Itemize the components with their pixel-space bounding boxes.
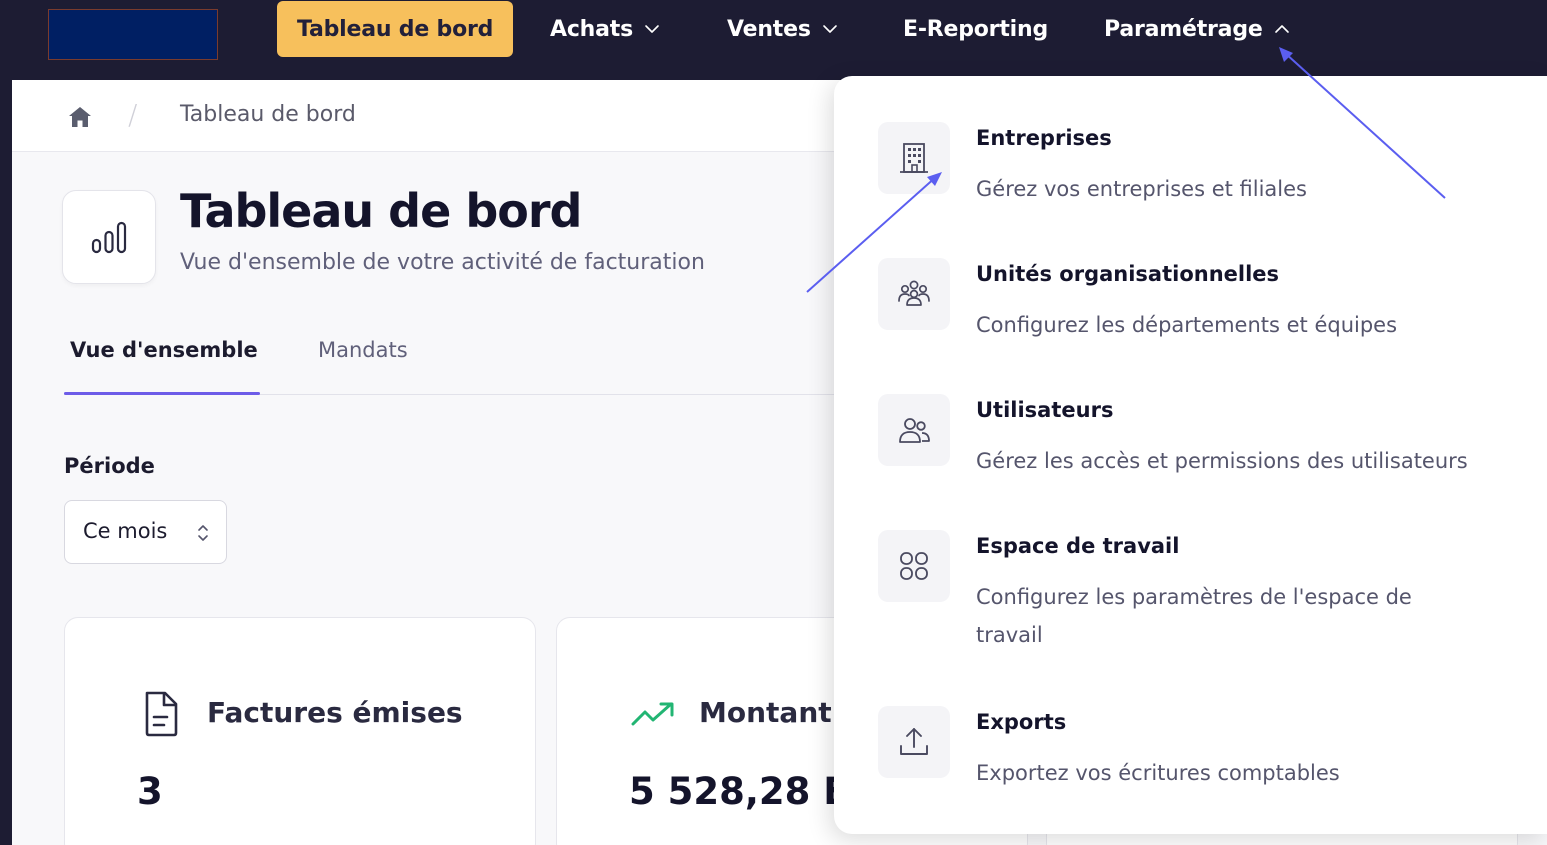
menu-item-icon-box bbox=[878, 122, 950, 194]
page-icon-box bbox=[62, 190, 156, 284]
periode-label: Période bbox=[64, 454, 155, 478]
nav-item-e-reporting[interactable]: E-Reporting bbox=[903, 0, 1048, 58]
nav-item-ventes[interactable]: Ventes bbox=[727, 0, 839, 58]
menu-item-description: Gérez vos entreprises et filiales bbox=[976, 177, 1307, 201]
stat-card-title: Factures émises bbox=[207, 696, 463, 729]
grid-icon bbox=[900, 552, 928, 580]
chevron-down-icon bbox=[643, 20, 661, 38]
chevron-down-icon bbox=[821, 20, 839, 38]
menu-item-description: Gérez les accès et permissions des utili… bbox=[976, 449, 1468, 473]
menu-item-title: Utilisateurs bbox=[976, 398, 1114, 422]
nav-item-label: Tableau de bord bbox=[297, 16, 494, 42]
stat-card-value: 3 bbox=[137, 770, 163, 813]
chevron-up-down-icon bbox=[198, 525, 208, 541]
nav-item-label: Paramétrage bbox=[1104, 16, 1263, 42]
menu-item-description: Configurez les paramètres de l'espace de… bbox=[976, 585, 1412, 647]
stat-card-title: Montant t bbox=[699, 696, 855, 729]
menu-item-icon-box bbox=[878, 258, 950, 330]
nav-item-tableau-de-bord[interactable]: Tableau de bord bbox=[277, 1, 514, 57]
menu-item-icon-box bbox=[878, 530, 950, 602]
document-icon bbox=[145, 691, 178, 737]
nav-item-parametrage[interactable]: Paramétrage bbox=[1104, 0, 1291, 58]
menu-item-icon-box bbox=[878, 394, 950, 466]
top-navigation: Tableau de bord Achats Ventes E-Reportin… bbox=[0, 0, 1547, 80]
tab-vue-d-ensemble[interactable]: Vue d'ensemble bbox=[70, 338, 258, 362]
menu-item-espace-de-travail[interactable]: Espace de travail Configurez les paramèt… bbox=[878, 530, 1518, 660]
users-icon bbox=[899, 418, 930, 443]
nav-item-label: Achats bbox=[550, 16, 633, 42]
menu-item-utilisateurs[interactable]: Utilisateurs Gérez les accès et permissi… bbox=[878, 394, 1518, 494]
stat-card-factures-emises: Factures émises 3 bbox=[64, 617, 536, 845]
logo[interactable] bbox=[48, 9, 218, 60]
periode-select[interactable]: Ce mois bbox=[64, 500, 227, 564]
menu-item-title: Entreprises bbox=[976, 126, 1112, 150]
page-subtitle: Vue d'ensemble de votre activité de fact… bbox=[180, 250, 705, 275]
upload-icon bbox=[900, 728, 928, 755]
parametrage-dropdown-menu: Entreprises Gérez vos entreprises et fil… bbox=[834, 76, 1547, 834]
page-title: Tableau de bord bbox=[180, 184, 582, 238]
menu-item-title: Espace de travail bbox=[976, 534, 1180, 558]
nav-item-label: Ventes bbox=[727, 16, 811, 42]
menu-item-title: Exports bbox=[976, 710, 1067, 734]
breadcrumb-current: Tableau de bord bbox=[180, 102, 356, 127]
tab-mandats[interactable]: Mandats bbox=[318, 338, 408, 362]
nav-item-label: E-Reporting bbox=[903, 16, 1049, 42]
periode-select-value: Ce mois bbox=[83, 519, 168, 543]
menu-item-unites-organisationnelles[interactable]: Unités organisationnelles Configurez les… bbox=[878, 258, 1518, 358]
menu-item-description: Exportez vos écritures comptables bbox=[976, 761, 1340, 785]
bar-chart-icon bbox=[91, 221, 127, 254]
menu-item-description: Configurez les départements et équipes bbox=[976, 313, 1398, 337]
breadcrumb-separator: / bbox=[128, 98, 138, 131]
menu-item-title: Unités organisationnelles bbox=[976, 262, 1280, 286]
home-icon[interactable] bbox=[66, 103, 94, 131]
trending-up-icon bbox=[631, 702, 674, 726]
menu-item-exports[interactable]: Exports Exportez vos écritures comptable… bbox=[878, 706, 1518, 806]
menu-item-entreprises[interactable]: Entreprises Gérez vos entreprises et fil… bbox=[878, 122, 1518, 222]
active-tab-indicator bbox=[64, 392, 260, 395]
menu-item-icon-box bbox=[878, 706, 950, 778]
nav-item-achats[interactable]: Achats bbox=[550, 0, 661, 58]
building-icon bbox=[900, 143, 928, 173]
chevron-up-icon bbox=[1273, 20, 1291, 38]
team-icon bbox=[898, 280, 930, 306]
